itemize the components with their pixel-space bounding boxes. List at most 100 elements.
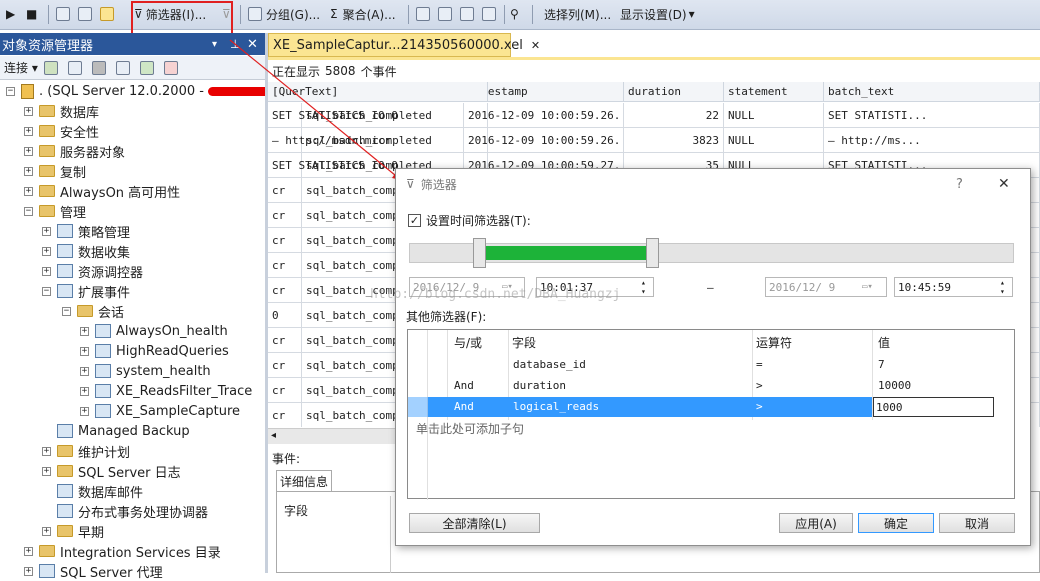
tree-node[interactable]: 分布式事务处理协调器 bbox=[57, 501, 208, 521]
display-settings-button[interactable]: 显示设置(D) ▾ bbox=[620, 4, 695, 24]
close-icon[interactable]: ✕ bbox=[247, 37, 258, 52]
table-cell[interactable]: SET STATISTI... bbox=[824, 103, 1040, 128]
cancel-button[interactable]: 取消 bbox=[939, 513, 1015, 533]
panes-icon[interactable] bbox=[78, 4, 96, 24]
tree-node[interactable]: + SQL Server 日志 bbox=[42, 461, 181, 481]
group-button[interactable]: 分组(G)... bbox=[248, 4, 320, 24]
collapse-icon[interactable]: − bbox=[42, 286, 51, 296]
help-button[interactable]: ? bbox=[956, 177, 963, 192]
spinner-icon[interactable]: ▴ ▾ bbox=[641, 278, 646, 296]
row-selector-selected[interactable] bbox=[408, 397, 428, 417]
column-header[interactable]: [QuerText] bbox=[268, 82, 488, 102]
spinner-icon[interactable]: ▴ ▾ bbox=[1000, 278, 1005, 296]
filter-row-value[interactable]: 10000 bbox=[878, 379, 911, 392]
time-filter-checkbox-row[interactable]: ✓ 设置时间筛选器(T): bbox=[408, 212, 531, 229]
filter-row-andor[interactable]: And bbox=[454, 379, 474, 392]
expand-icon[interactable]: + bbox=[80, 406, 89, 416]
close-tab-icon[interactable]: ✕ bbox=[531, 39, 540, 52]
filter-row-operator[interactable]: = bbox=[756, 358, 763, 371]
expand-icon[interactable]: + bbox=[42, 246, 51, 256]
play-icon[interactable]: ▶ bbox=[6, 4, 15, 24]
bookmark-icon[interactable] bbox=[416, 4, 434, 24]
tree-node[interactable]: 数据库邮件 bbox=[57, 481, 143, 501]
tree-node[interactable]: + 服务器对象 bbox=[24, 141, 125, 161]
column-header[interactable]: statement bbox=[724, 82, 824, 102]
tree-node[interactable]: + system_health bbox=[80, 361, 211, 381]
filter-row[interactable]: database_id = 7 bbox=[428, 354, 994, 375]
aggregate-button[interactable]: Σ 聚合(A)... bbox=[330, 4, 396, 24]
expand-icon[interactable]: + bbox=[24, 546, 33, 556]
tree-node[interactable]: + 资源调控器 bbox=[42, 261, 143, 281]
expand-icon[interactable]: + bbox=[42, 466, 51, 476]
expand-icon[interactable]: + bbox=[42, 526, 51, 536]
range-end-handle[interactable] bbox=[645, 238, 659, 268]
autohide-icon[interactable]: ⊥ bbox=[230, 37, 240, 51]
collapse-icon[interactable]: − bbox=[6, 86, 15, 96]
binoculars-icon[interactable]: ⚲ bbox=[510, 4, 519, 24]
expand-icon[interactable]: + bbox=[24, 146, 33, 156]
expand-icon[interactable]: + bbox=[42, 446, 51, 456]
connect-icon[interactable] bbox=[43, 60, 58, 75]
table-cell[interactable]: 2016-12-09 10:00:59.26... bbox=[464, 128, 624, 153]
pin-icon[interactable]: ▾ bbox=[212, 39, 217, 50]
table-cell[interactable]: 22 bbox=[624, 103, 724, 128]
column-header[interactable]: duration bbox=[624, 82, 724, 102]
collapse-icon[interactable]: − bbox=[62, 306, 71, 316]
table-cell[interactable]: NULL bbox=[724, 128, 824, 153]
expand-icon[interactable]: + bbox=[80, 366, 89, 376]
calendar-icon[interactable]: ▭▾ bbox=[862, 282, 873, 292]
expand-icon[interactable]: + bbox=[80, 326, 89, 336]
expand-icon[interactable]: + bbox=[42, 226, 51, 236]
end-date-picker[interactable]: 2016/12/ 9 ▭▾ bbox=[765, 277, 887, 297]
expand-icon[interactable]: + bbox=[80, 386, 89, 396]
tree-node[interactable]: + 数据收集 bbox=[42, 241, 130, 261]
add-clause-link[interactable]: 单击此处可添加子句 bbox=[416, 420, 524, 437]
filter-row-field[interactable]: logical_reads bbox=[513, 400, 599, 413]
expand-icon[interactable]: + bbox=[42, 266, 51, 276]
expand-icon[interactable]: + bbox=[24, 186, 33, 196]
table-cell[interactable]: NULL bbox=[724, 103, 824, 128]
connect-button[interactable]: 连接 ▾ bbox=[4, 59, 38, 76]
filter-row-value[interactable]: 7 bbox=[878, 358, 885, 371]
tree-node[interactable]: + 维护计划 bbox=[42, 441, 130, 461]
server-node[interactable]: − . (SQL Server 12.0.2000 - bbox=[6, 81, 278, 101]
tree-node[interactable]: − 会话 bbox=[62, 301, 124, 321]
column-header[interactable]: batch_text bbox=[824, 82, 1040, 102]
tree-node[interactable]: + Integration Services 目录 bbox=[24, 541, 221, 561]
column-header[interactable]: timestamp bbox=[464, 82, 624, 102]
stop-icon[interactable] bbox=[91, 60, 106, 75]
tree-node[interactable]: + HighReadQueries bbox=[80, 341, 229, 361]
details-tab[interactable]: 详细信息 bbox=[276, 470, 332, 492]
tree-node[interactable]: + 早期 bbox=[42, 521, 104, 541]
calendar-icon[interactable]: ▭▾ bbox=[502, 282, 513, 292]
refresh-icon[interactable] bbox=[139, 60, 154, 75]
filter-row-operator[interactable]: > bbox=[756, 379, 763, 392]
expand-icon[interactable]: + bbox=[24, 106, 33, 116]
document-tab[interactable]: XE_SampleCaptur...214350560000.xel ✕ bbox=[268, 33, 540, 57]
details-icon[interactable] bbox=[100, 4, 118, 24]
table-cell[interactable]: — http://ms... bbox=[824, 128, 1040, 153]
table-cell[interactable]: 3823 bbox=[624, 128, 724, 153]
expand-icon[interactable]: + bbox=[24, 166, 33, 176]
disconnect-icon[interactable] bbox=[67, 60, 82, 75]
filter-row-field[interactable]: database_id bbox=[513, 358, 586, 371]
clear-all-button[interactable]: 全部清除(L) bbox=[409, 513, 540, 533]
filter-row-selected[interactable]: And logical_reads > bbox=[428, 397, 872, 417]
table-cell[interactable]: — http://msdn.micr bbox=[268, 128, 488, 153]
table-cell[interactable]: SET STATISTICS IO O bbox=[268, 103, 488, 128]
tree-node[interactable]: − 扩展事件 bbox=[42, 281, 130, 301]
expand-icon[interactable]: + bbox=[24, 126, 33, 136]
collapse-icon[interactable]: − bbox=[24, 206, 33, 216]
filter-value-input[interactable]: 1000 bbox=[876, 401, 903, 414]
activity-icon[interactable] bbox=[163, 60, 178, 75]
table-cell[interactable]: 2016-12-09 10:00:59.26... bbox=[464, 103, 624, 128]
tree-node[interactable]: Managed Backup bbox=[57, 421, 190, 441]
close-button[interactable]: ✕ bbox=[998, 176, 1010, 192]
erase-icon[interactable] bbox=[56, 4, 74, 24]
tree-node[interactable]: + XE_ReadsFilter_Trace bbox=[80, 381, 252, 401]
filter-row-operator[interactable]: > bbox=[756, 400, 763, 413]
tree-node[interactable]: + XE_SampleCapture bbox=[80, 401, 240, 421]
tree-node[interactable]: + AlwaysOn_health bbox=[80, 321, 228, 341]
filter-value-editor[interactable]: 1000 bbox=[873, 397, 994, 417]
filter-row-field[interactable]: duration bbox=[513, 379, 566, 392]
